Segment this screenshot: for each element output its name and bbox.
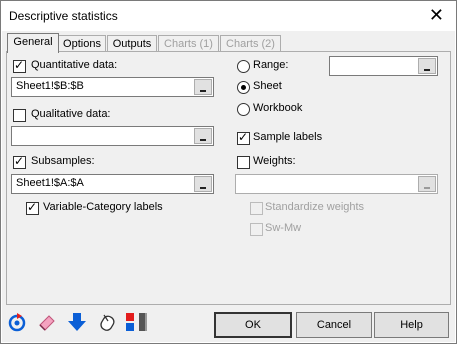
qualitative-label: Qualitative data: xyxy=(31,108,111,120)
quantitative-checkbox[interactable] xyxy=(13,58,26,73)
swmw-label: Sw-Mw xyxy=(265,222,302,234)
quantitative-select-button[interactable] xyxy=(194,79,212,95)
tab-options[interactable]: Options xyxy=(58,35,106,52)
subsamples-field[interactable]: Sheet1!$A:$A xyxy=(11,174,214,194)
qualitative-checkbox[interactable] xyxy=(13,109,26,122)
general-panel: Quantitative data: Sheet1!$B:$B Qualitat… xyxy=(6,51,451,305)
weights-field[interactable] xyxy=(235,174,438,194)
qualitative-select-button[interactable] xyxy=(194,128,212,144)
tab-charts-2: Charts (2) xyxy=(220,35,281,52)
sample-labels-checkbox[interactable] xyxy=(237,130,250,145)
subsamples-checkbox[interactable] xyxy=(13,154,26,169)
tab-outputs[interactable]: Outputs xyxy=(107,35,157,52)
mouse-icon[interactable] xyxy=(96,311,118,333)
cancel-button[interactable]: Cancel xyxy=(296,312,372,338)
dialog-title: Descriptive statistics xyxy=(9,9,118,23)
dialog-body: General Options Outputs Charts (1) Chart… xyxy=(2,31,455,342)
eraser-icon[interactable] xyxy=(36,311,58,333)
subsamples-select-button[interactable] xyxy=(194,176,212,192)
tab-general[interactable]: General xyxy=(7,33,59,53)
help-button[interactable]: Help xyxy=(374,312,449,338)
weights-label: Weights: xyxy=(253,155,296,167)
tab-charts-1: Charts (1) xyxy=(158,35,219,52)
close-icon[interactable]: ✕ xyxy=(429,5,444,25)
range-label: Range: xyxy=(253,59,289,71)
standardize-weights-label: Standardize weights xyxy=(265,201,365,213)
workbook-label: Workbook xyxy=(253,102,303,114)
variable-category-label: Variable-Category labels xyxy=(43,201,163,213)
sheet-radio[interactable] xyxy=(237,81,250,94)
weights-checkbox[interactable] xyxy=(237,156,250,169)
weights-select-button[interactable] xyxy=(418,176,436,192)
ok-button[interactable]: OK xyxy=(214,312,292,338)
down-arrow-icon[interactable] xyxy=(66,311,88,333)
dialog-window: Descriptive statistics ✕ General Options… xyxy=(0,0,457,344)
subsamples-label: Subsamples: xyxy=(31,155,95,167)
workbook-radio[interactable] xyxy=(237,103,250,116)
qualitative-field[interactable] xyxy=(11,126,214,146)
color-squares-icon[interactable] xyxy=(124,311,154,333)
range-field[interactable] xyxy=(329,56,438,76)
variable-category-checkbox[interactable] xyxy=(26,200,39,215)
quantitative-field[interactable]: Sheet1!$B:$B xyxy=(11,77,214,97)
quantitative-label: Quantitative data: xyxy=(31,59,118,71)
subsamples-value: Sheet1!$A:$A xyxy=(16,177,84,189)
title-bar: Descriptive statistics ✕ xyxy=(1,1,456,31)
range-radio[interactable] xyxy=(237,60,250,73)
sample-labels-label: Sample labels xyxy=(253,131,323,143)
range-select-button[interactable] xyxy=(418,58,436,74)
standardize-weights-checkbox xyxy=(250,202,263,215)
quantitative-value: Sheet1!$B:$B xyxy=(16,80,84,92)
reset-icon[interactable] xyxy=(6,311,28,333)
sheet-label: Sheet xyxy=(253,80,282,92)
swmw-checkbox xyxy=(250,223,263,236)
